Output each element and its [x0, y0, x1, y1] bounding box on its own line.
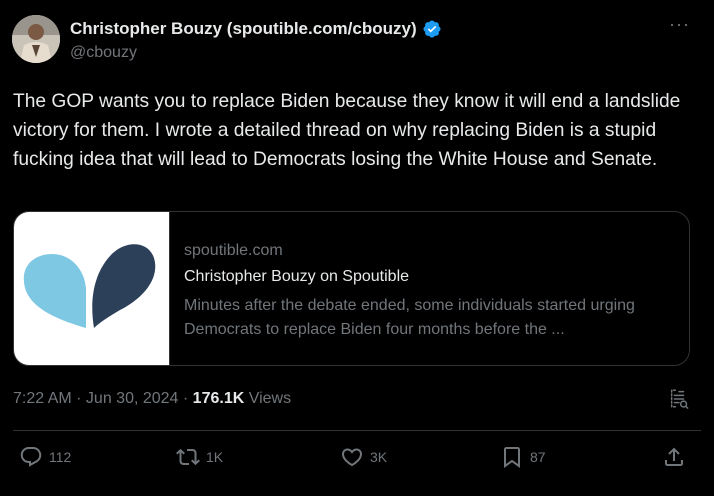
author-name-text[interactable]: Christopher Bouzy (spoutible.com/cbouzy): [70, 19, 417, 39]
avatar[interactable]: [12, 15, 60, 63]
like-button[interactable]: 3K: [340, 445, 387, 469]
share-button[interactable]: [662, 445, 686, 469]
more-icon[interactable]: ···: [669, 14, 690, 35]
repost-button[interactable]: 1K: [176, 445, 223, 469]
divider: [13, 430, 701, 431]
card-body[interactable]: spoutible.com Christopher Bouzy on Spout…: [170, 212, 674, 365]
verified-badge-icon: [423, 20, 441, 38]
card-domain: spoutible.com: [184, 242, 283, 259]
repost-count: 1K: [206, 449, 224, 465]
like-count: 3K: [370, 449, 388, 465]
reply-count: 112: [49, 449, 72, 465]
tweet-time[interactable]: 7:22 AM: [13, 390, 72, 407]
card-thumbnail[interactable]: [14, 212, 170, 365]
card-description: Minutes after the debate ended, some ind…: [184, 297, 635, 338]
avatar-image: [12, 15, 60, 63]
author-name[interactable]: Christopher Bouzy (spoutible.com/cbouzy): [70, 19, 442, 39]
action-bar: 112 1K 3K 87: [0, 445, 714, 475]
repost-icon: [176, 448, 200, 466]
tweet-meta: 7:22 AM · Jun 30, 2024 · 176.1K Views: [13, 390, 291, 408]
card-title: Christopher Bouzy on Spoutible: [184, 268, 410, 285]
meta-separator: ·: [71, 390, 86, 407]
reply-icon: [20, 447, 42, 467]
grok-icon[interactable]: [668, 388, 690, 410]
views-count: 176.1K: [192, 390, 245, 407]
tweet-date[interactable]: Jun 30, 2024: [86, 390, 179, 407]
bookmark-icon: [504, 447, 520, 468]
share-icon: [665, 447, 683, 466]
bookmark-count: 87: [530, 449, 546, 465]
reply-button[interactable]: 112: [19, 445, 71, 469]
like-icon: [341, 448, 363, 467]
spoutible-logo: [23, 244, 156, 328]
link-card[interactable]: spoutible.com Christopher Bouzy on Spout…: [13, 211, 690, 366]
tweet-text: The GOP wants you to replace Biden becau…: [13, 91, 681, 170]
views-label: Views: [248, 390, 292, 407]
meta-separator: ·: [178, 390, 193, 407]
bookmark-button[interactable]: 87: [500, 445, 546, 469]
author-handle[interactable]: @cbouzy: [70, 44, 137, 62]
